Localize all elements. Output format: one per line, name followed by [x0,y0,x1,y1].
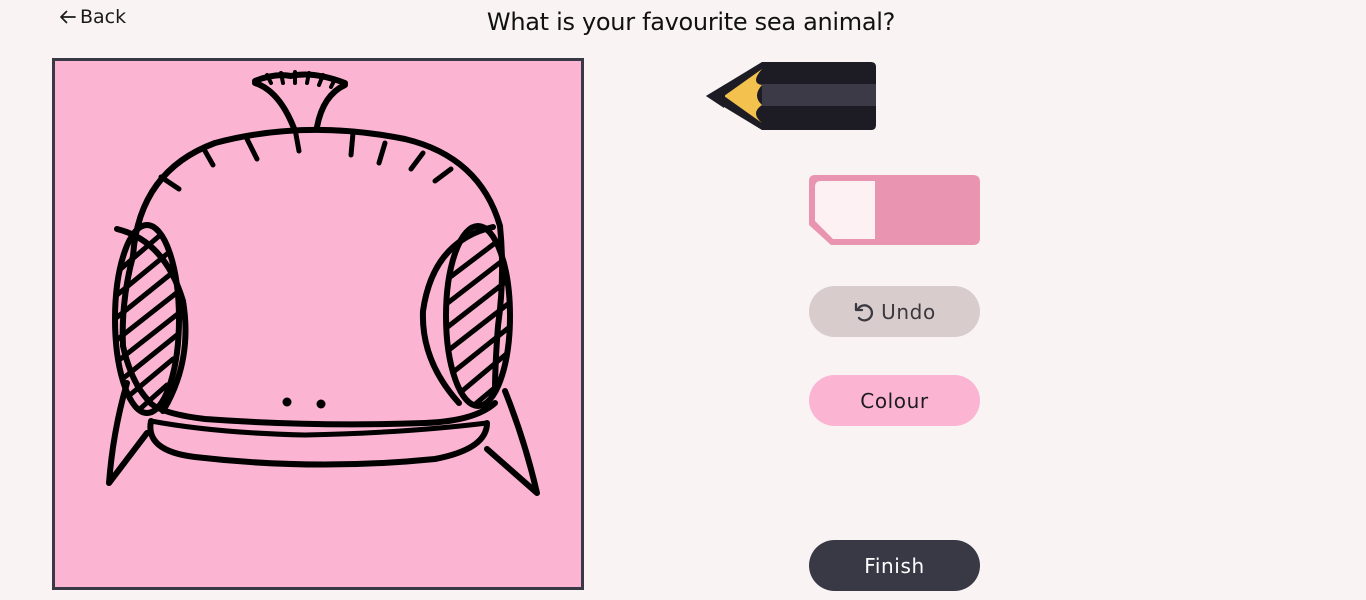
drawing-canvas[interactable] [52,58,584,590]
pencil-icon [706,62,876,130]
colour-button[interactable]: Colour [809,375,980,426]
undo-label: Undo [881,299,936,324]
whale-drawing [106,70,540,496]
colour-label: Colour [860,388,929,413]
finish-label: Finish [864,553,925,578]
undo-button[interactable]: Undo [809,286,980,337]
finish-button[interactable]: Finish [809,540,980,591]
undo-icon [853,301,875,323]
eraser-icon [809,175,980,245]
eraser-tool[interactable] [809,175,981,247]
page-title: What is your favourite sea animal? [486,8,896,36]
pencil-tool[interactable] [704,61,878,133]
